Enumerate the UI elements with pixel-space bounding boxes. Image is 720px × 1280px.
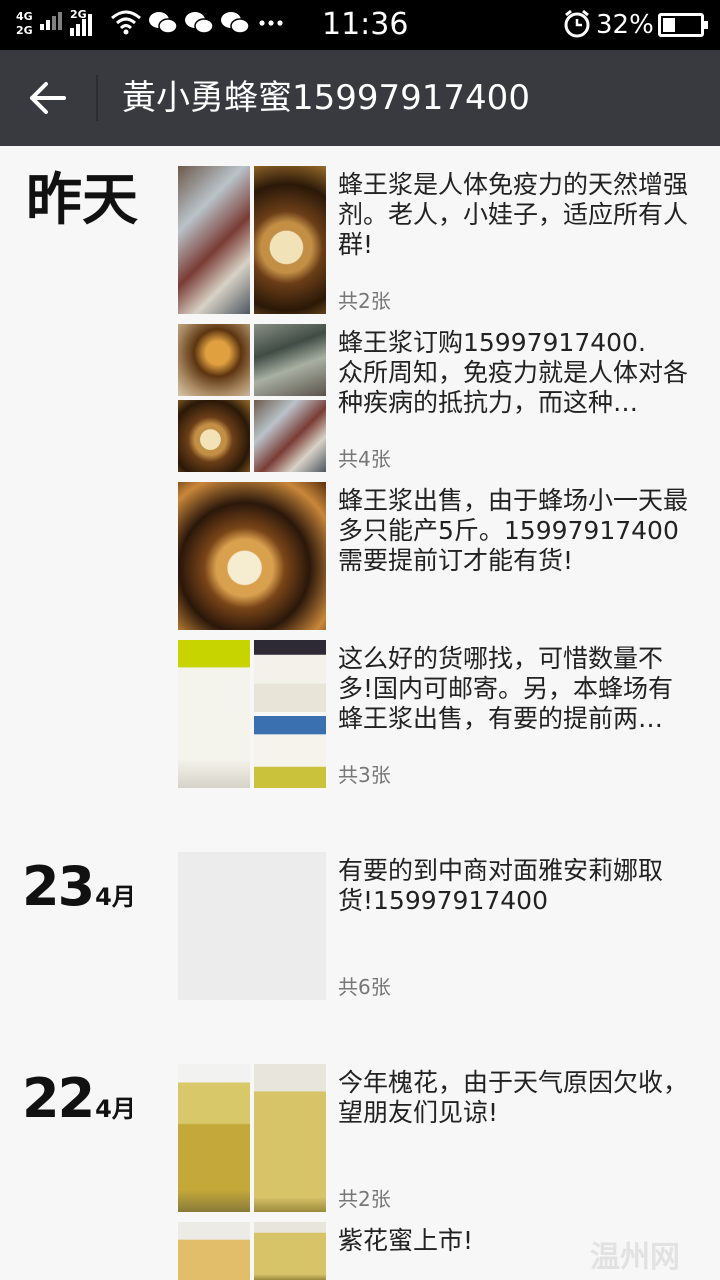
date-label-month: 4月 xyxy=(95,1095,136,1123)
post-text[interactable]: 蜂王浆出售，由于蜂场小一天最多只能产5斤。15997917400需要提前订才能有… xyxy=(338,486,688,578)
wechat-icon xyxy=(148,10,178,43)
photo-count: 共4张 xyxy=(338,447,391,471)
date-label-day: 234月 xyxy=(22,855,136,918)
photo-thumbnail[interactable] xyxy=(254,1064,326,1212)
photo-thumbnail[interactable] xyxy=(254,1222,326,1280)
post-images[interactable] xyxy=(178,482,326,630)
wechat-icon xyxy=(220,10,250,43)
wechat-icon xyxy=(184,10,214,43)
photo-thumbnail[interactable] xyxy=(254,716,326,788)
post-images[interactable] xyxy=(178,166,326,314)
back-button[interactable] xyxy=(18,70,78,126)
header-divider xyxy=(96,75,98,121)
photo-count: 共3张 xyxy=(338,763,391,787)
post-images[interactable] xyxy=(178,1222,326,1280)
post-text[interactable]: 有要的到中商对面雅安莉娜取货!15997917400 xyxy=(338,856,688,918)
photo-thumbnail[interactable] xyxy=(254,640,326,712)
arrow-left-icon xyxy=(30,82,66,114)
post-images[interactable] xyxy=(178,1064,326,1212)
wifi-icon xyxy=(110,10,142,43)
date-label-month: 4月 xyxy=(95,883,136,911)
photo-thumbnail[interactable] xyxy=(178,852,326,1000)
alarm-icon xyxy=(562,9,592,46)
date-label-day: 224月 xyxy=(22,1067,136,1130)
photo-thumbnail[interactable] xyxy=(178,1064,250,1212)
battery-icon xyxy=(658,13,708,37)
date-label-yesterday: 昨天 xyxy=(26,168,138,233)
photo-count: 共6张 xyxy=(338,975,391,999)
photo-thumbnail[interactable] xyxy=(178,166,250,314)
photo-thumbnail[interactable] xyxy=(178,482,326,630)
status-bar: 4G 2G 2G 11:36 32% xyxy=(0,0,720,50)
signal-icon xyxy=(40,12,62,30)
photo-thumbnail[interactable] xyxy=(178,640,250,788)
photo-count: 共2张 xyxy=(338,1187,391,1211)
photo-count: 共2张 xyxy=(338,289,391,313)
photo-thumbnail[interactable] xyxy=(254,324,326,396)
post-images[interactable] xyxy=(178,324,326,472)
post-images[interactable] xyxy=(178,852,326,1000)
post-text[interactable]: 这么好的货哪找，可惜数量不多!国内可邮寄。另，本蜂场有蜂王浆出售，有要的提前两… xyxy=(338,644,688,736)
battery-percent: 32% xyxy=(596,10,654,40)
photo-thumbnail[interactable] xyxy=(178,1222,250,1280)
post-text[interactable]: 蜂王浆订购15997917400. 众所周知，免疫力就是人体对各种疾病的抵抗力，… xyxy=(338,328,688,420)
photo-thumbnail[interactable] xyxy=(178,324,250,396)
photo-thumbnail[interactable] xyxy=(254,400,326,472)
post-text[interactable]: 蜂王浆是人体免疫力的天然增强剂。老人，小娃子，适应所有人群! xyxy=(338,170,688,264)
clock-time: 11:36 xyxy=(322,7,409,42)
network-type-label: 4G 2G xyxy=(16,10,33,37)
more-dots-icon xyxy=(258,10,284,43)
photo-thumbnail[interactable] xyxy=(178,400,250,472)
signal-icon-2 xyxy=(70,14,92,36)
photo-thumbnail[interactable] xyxy=(254,166,326,314)
watermark-logo: 温州网 xyxy=(590,1240,680,1275)
post-text[interactable]: 今年槐花，由于天气原因欠收，望朋友们见谅! xyxy=(338,1068,688,1130)
page-title: 黃小勇蜂蜜15997917400 xyxy=(122,78,530,118)
top-bar: 黃小勇蜂蜜15997917400 xyxy=(0,50,720,146)
post-images[interactable] xyxy=(178,640,326,788)
